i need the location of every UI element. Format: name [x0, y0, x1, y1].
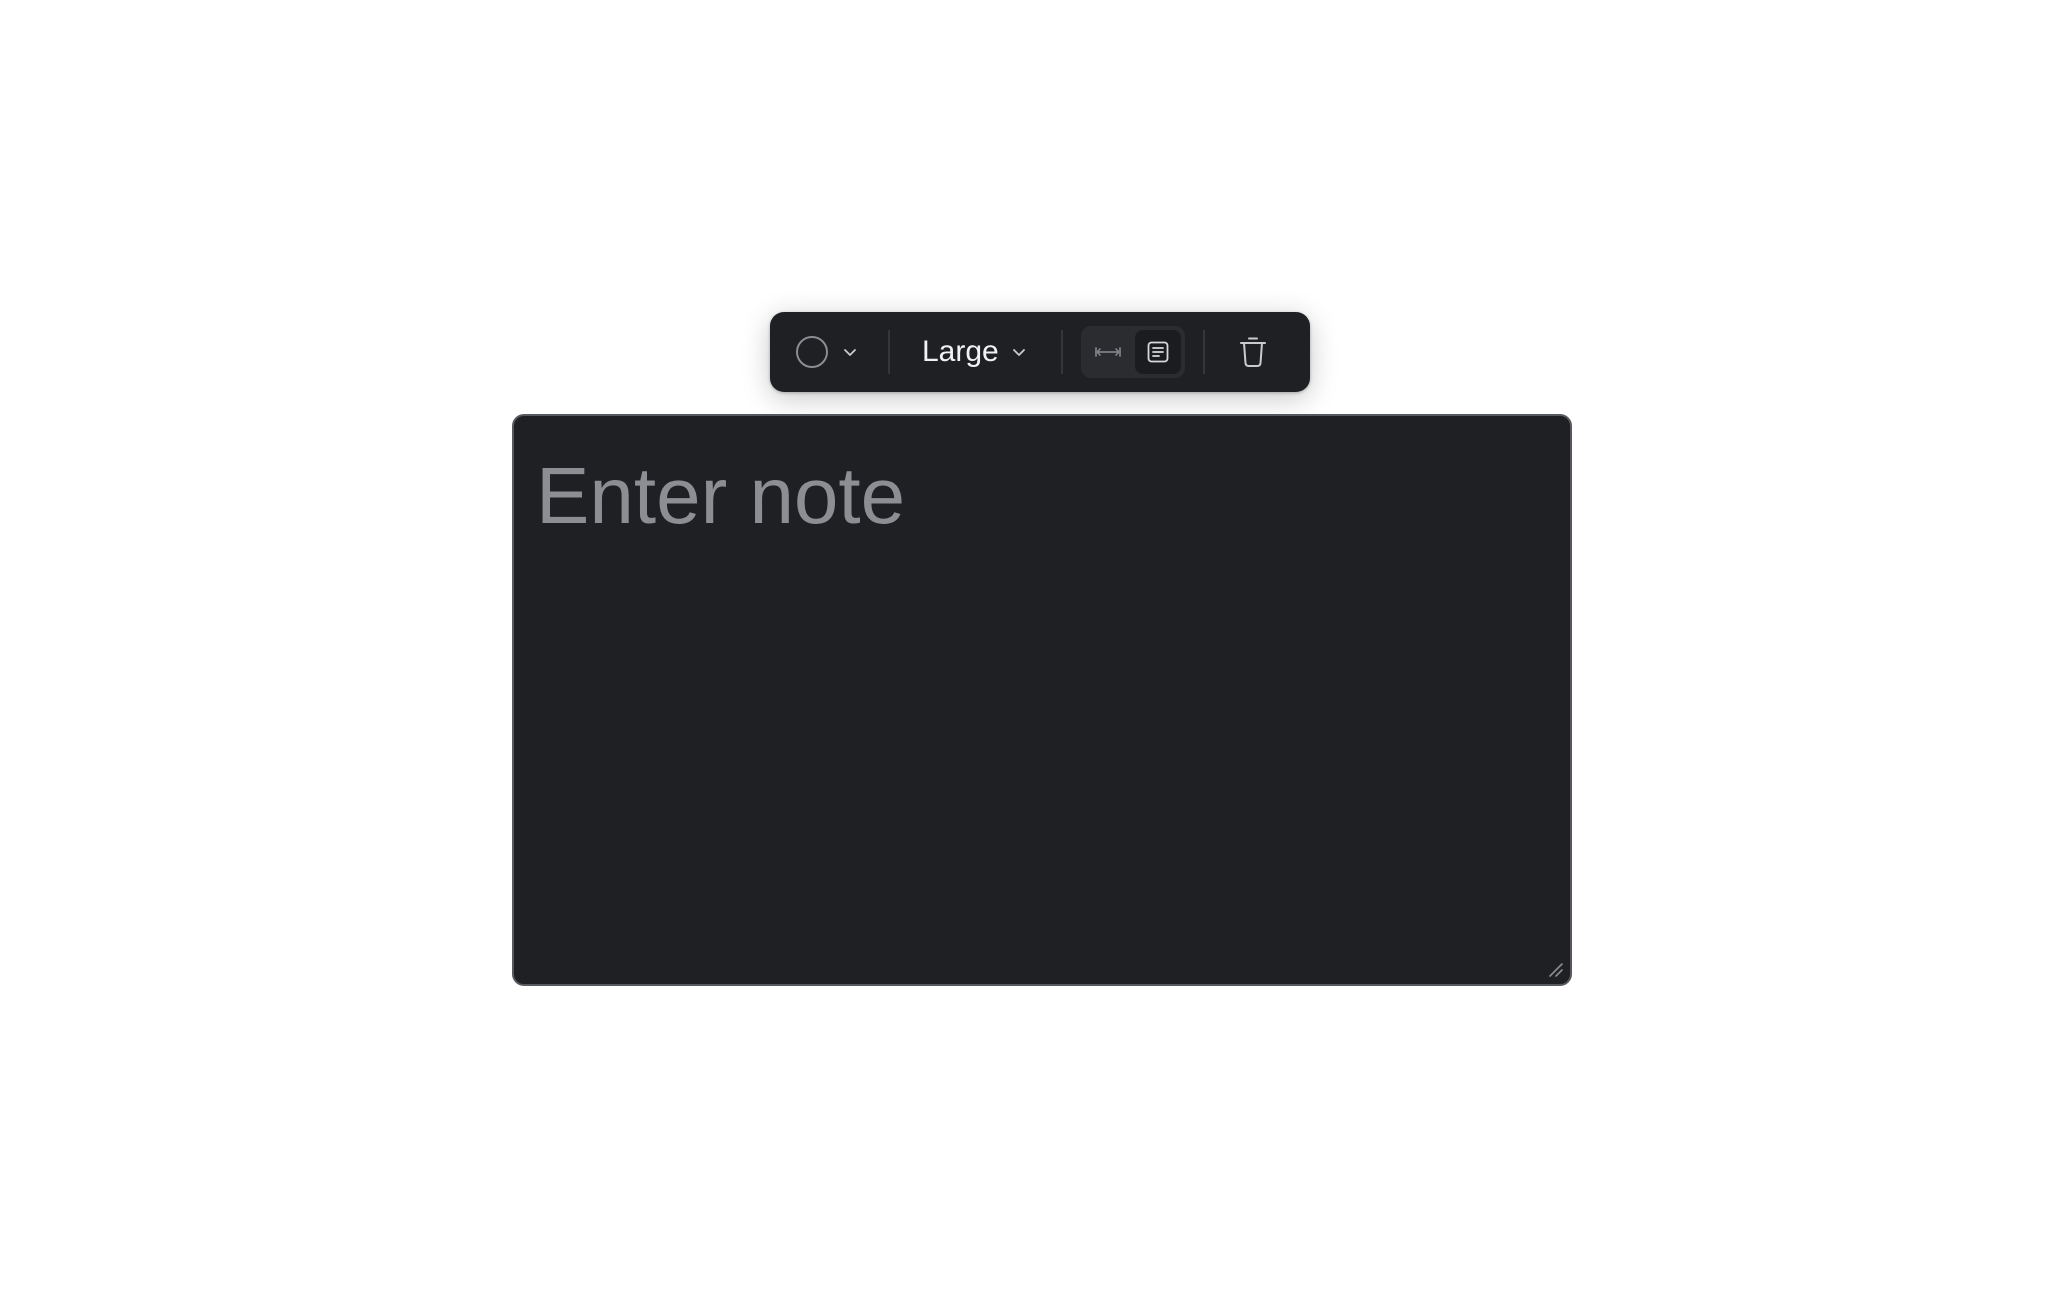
auto-width-button[interactable] [1085, 330, 1131, 374]
trash-icon [1239, 337, 1266, 367]
font-size-select[interactable]: Large [890, 312, 1061, 392]
color-picker-button[interactable] [796, 312, 888, 392]
note-toolbar: Large [770, 312, 1310, 392]
delete-button[interactable] [1231, 330, 1275, 374]
color-swatch [796, 336, 828, 368]
canvas: Large [0, 0, 2048, 1312]
note-input[interactable] [514, 416, 1570, 984]
resize-handle-icon[interactable] [1546, 960, 1564, 978]
font-size-label: Large [922, 335, 999, 368]
fixed-width-button[interactable] [1134, 330, 1181, 374]
text-block-icon [1147, 341, 1169, 363]
delete-group [1205, 312, 1275, 392]
width-mode-group [1063, 312, 1203, 392]
arrow-left-right-icon [1094, 347, 1121, 357]
width-mode-toggle [1080, 326, 1185, 378]
chevron-down-icon [844, 349, 856, 356]
note-editor [512, 414, 1572, 986]
chevron-down-icon [1012, 349, 1025, 356]
